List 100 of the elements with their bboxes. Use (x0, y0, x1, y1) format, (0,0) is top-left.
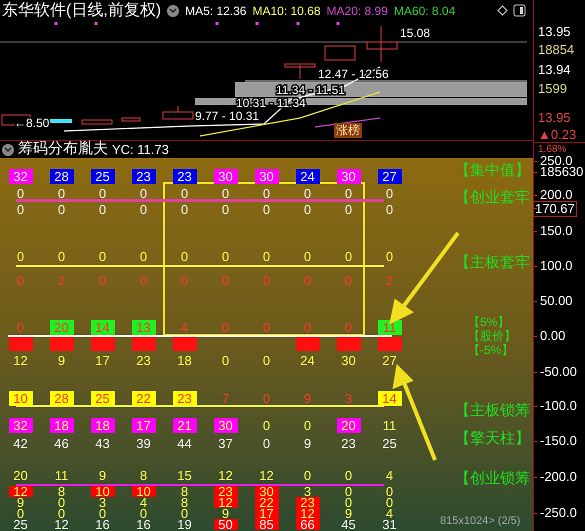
chip-value: 17 (254, 508, 278, 519)
chart-title: 东华软件(日线,前复权) (2, 0, 162, 21)
chip-value: 25 (381, 436, 398, 450)
chip-value: 17 (94, 353, 111, 368)
chip-value: 0 (16, 508, 24, 519)
indicator-label: 【创业套牢 (455, 189, 530, 206)
axis-label: 13.95 (538, 25, 571, 39)
chip-value: 18 (50, 418, 74, 432)
chip-value: 0 (220, 202, 230, 216)
chip-value: 12 (8, 486, 32, 497)
chip-value: 22 (254, 497, 278, 508)
indicator-label: 【擎天柱】 (455, 430, 530, 447)
chip-value: 0 (16, 186, 26, 200)
chip-value: 0 (180, 186, 190, 200)
chip-value: 30 (254, 486, 278, 497)
indicator-value: MA5: 12.36 (185, 3, 246, 20)
axis-label: -200.0 (540, 470, 577, 484)
chip-value: 0 (180, 202, 190, 216)
axis-label: -50.00 (540, 365, 577, 379)
chip-value: 12 (258, 468, 275, 482)
chip-value: 11 (378, 320, 402, 334)
chip-value: 30 (214, 168, 238, 184)
axis-label: ▲0.23 (538, 128, 576, 142)
chip-value: 20 (50, 320, 74, 334)
chip-value: 43 (94, 436, 111, 450)
chip-value: 44 (176, 436, 193, 450)
chip-value: 21 (172, 418, 196, 432)
chip-value: 0 (138, 186, 148, 200)
indicator-label: 【-5%】 (468, 344, 514, 357)
chip-value: 0 (98, 248, 108, 264)
chip-value: 66 (296, 519, 320, 530)
chip-value: 0 (98, 272, 108, 288)
chip-value: 9 (302, 390, 312, 406)
chip-value: 0 (262, 186, 272, 200)
chip-value: 0 (180, 248, 190, 264)
chip-value: 0 (262, 418, 272, 432)
chip-value: 12 (217, 468, 234, 482)
chip-value: 0 (16, 320, 26, 334)
panel-icon[interactable] (513, 4, 526, 17)
chip-value: 27 (381, 353, 398, 368)
chip-value: 28 (50, 390, 74, 406)
chip-value: 3 (344, 390, 354, 406)
chip-value: 0 (344, 468, 354, 482)
chip-value: 0 (384, 186, 394, 200)
chip-value: 10 (132, 486, 156, 497)
chip-value: 10 (8, 390, 32, 406)
chip-value: 0 (344, 320, 354, 334)
chip-value: 12 (214, 497, 238, 508)
chip-value: 4 (386, 508, 394, 519)
candle (82, 120, 112, 124)
chip-value: 0 (344, 186, 354, 200)
chip-value: 0 (56, 202, 66, 216)
chip-value: 0 (16, 202, 26, 216)
axis-label: 18854 (538, 43, 574, 57)
chip-value: 16 (94, 519, 111, 530)
chip-value: 2 (384, 272, 394, 288)
chip-value: 8 (138, 468, 148, 482)
axis-label: 1.68% (538, 145, 566, 155)
chip-value: 0 (220, 186, 230, 200)
chip-value: 7 (220, 390, 230, 406)
dropdown-icon[interactable] (2, 144, 14, 156)
chip-value: 0 (384, 497, 394, 508)
indicator-label: 【股价】 (468, 330, 516, 343)
chip-value: 16 (135, 519, 152, 530)
chip-value: 14 (378, 390, 402, 406)
chip-value: 0 (16, 248, 26, 264)
axis-label: 250.0 (540, 154, 573, 168)
chip-value: 32 (8, 168, 32, 184)
axis-label: 13.94 (538, 63, 571, 77)
chip-value: 24 (299, 353, 316, 368)
chip-value: 20 (336, 418, 360, 432)
axis-label: 0.00 (540, 329, 566, 343)
chip-value: 30 (336, 168, 360, 184)
chip-value: 0 (262, 202, 272, 216)
chip-value: 23 (172, 168, 196, 184)
tag-label: 涨榜 (334, 123, 362, 138)
dropdown-icon[interactable] (167, 5, 180, 17)
chip-value: 0 (220, 248, 230, 264)
chip-value: 22 (132, 390, 156, 406)
diamond-icon[interactable] (497, 5, 508, 16)
chip-value: 45 (340, 519, 357, 530)
chip-value: 0 (384, 486, 394, 497)
indicator-label: 【主板锁筹 (455, 402, 530, 419)
chip-value: 0 (262, 390, 272, 406)
chip-value: 27 (378, 168, 402, 184)
axis-label: 185630 (540, 165, 584, 179)
indicator-label: 【5%】 (468, 316, 510, 329)
chip-value: 20 (12, 468, 29, 482)
chip-value: 32 (8, 418, 32, 432)
price-label: 15.08 (400, 26, 430, 40)
candle (366, 26, 398, 62)
axis-label: 170.67 (533, 201, 577, 217)
chip-value: 46 (53, 436, 70, 450)
axis-label: -100.0 (540, 399, 577, 413)
chip-value: 9 (98, 468, 108, 482)
chip-value: 25 (90, 390, 114, 406)
chip-value: 28 (50, 168, 74, 184)
chip-value: 0 (98, 202, 108, 216)
chip-value: 50 (214, 519, 238, 530)
chip-value: 3 (98, 497, 106, 508)
